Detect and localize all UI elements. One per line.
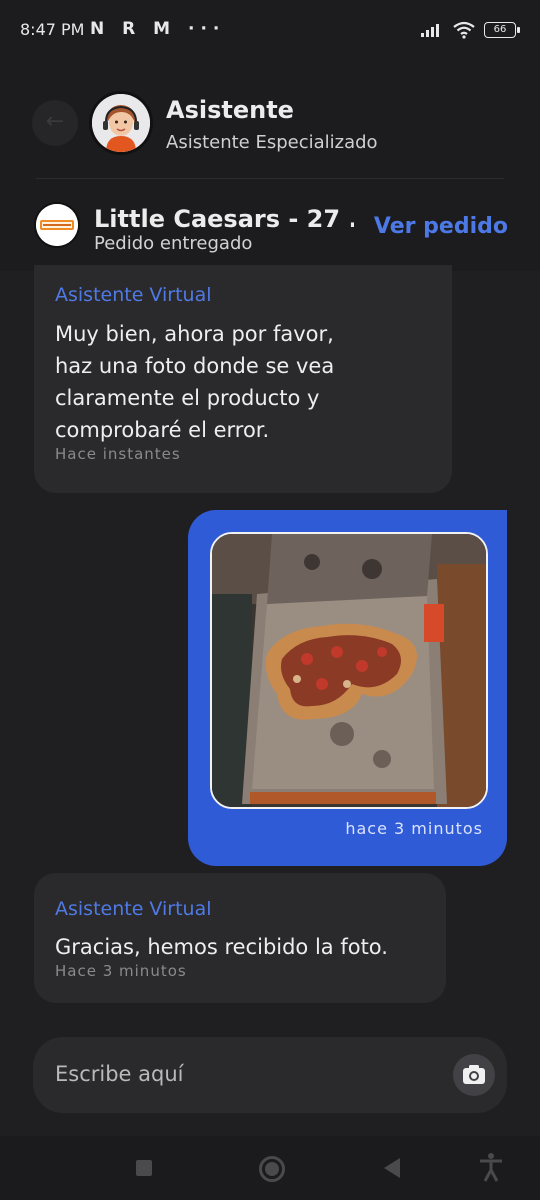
message-line: haz una foto donde se vea — [55, 354, 335, 378]
pizza-photo-image — [212, 534, 486, 807]
chat-subtitle: Asistente Especializado — [166, 132, 378, 153]
message-line: Muy bien, ahora por favor, — [55, 322, 334, 346]
system-nav-bar — [0, 1136, 540, 1200]
message-line: Gracias, hemos recibido la foto. — [55, 935, 388, 959]
chat-messages[interactable]: Asistente Virtual Muy bien, ahora por fa… — [0, 265, 540, 1031]
accessibility-icon[interactable] — [478, 1152, 504, 1182]
camera-button[interactable] — [453, 1054, 495, 1096]
battery-icon: 66 — [484, 22, 520, 38]
chat-title: Asistente — [166, 96, 294, 124]
store-logo-icon — [36, 204, 78, 246]
message-input-placeholder: Escribe aquí — [55, 1062, 184, 1086]
message-time: Hace 3 minutos — [55, 962, 187, 980]
incoming-message: Asistente Virtual Muy bien, ahora por fa… — [34, 265, 452, 493]
signal-icon — [421, 24, 439, 37]
status-right: 66 — [420, 20, 520, 40]
message-line: claramente el producto y — [55, 386, 320, 410]
message-text: Gracias, hemos recibido la foto. — [55, 931, 388, 963]
store-logo — [36, 204, 78, 246]
view-order-link[interactable]: Ver pedido — [374, 214, 508, 239]
incoming-message: Asistente Virtual Gracias, hemos recibid… — [34, 873, 446, 1003]
message-time: Hace instantes — [55, 445, 181, 463]
order-bar: Little Caesars - 27 ... Pedido entregado… — [0, 179, 540, 271]
camera-icon — [463, 1065, 485, 1084]
assistant-avatar — [92, 94, 150, 152]
message-line: comprobaré el error. — [55, 418, 270, 442]
chat-header: ← Asistente Asistente Especializado — [0, 64, 540, 178]
message-text: Muy bien, ahora por favor, haz una foto … — [55, 318, 334, 446]
status-time: 8:47 PM — [20, 20, 85, 39]
arrow-left-icon: ← — [45, 109, 65, 134]
pizza-photo[interactable] — [210, 532, 488, 809]
message-input[interactable]: Escribe aquí — [33, 1037, 507, 1113]
order-status: Pedido entregado — [94, 233, 253, 254]
message-sender: Asistente Virtual — [55, 898, 212, 920]
store-name: Little Caesars - 27 ... — [94, 205, 354, 233]
outgoing-message: hace 3 minutos — [188, 510, 507, 866]
status-bar: 8:47 PM N R M ··· 66 — [0, 0, 540, 64]
wifi-icon — [453, 21, 475, 39]
message-time: hace 3 minutos — [345, 819, 483, 838]
message-sender: Asistente Virtual — [55, 284, 212, 306]
back-button[interactable]: ← — [32, 100, 78, 146]
composer: Escribe aquí — [0, 1031, 540, 1136]
home-button[interactable] — [259, 1156, 285, 1182]
notification-icons: N R M ··· — [90, 19, 226, 39]
nav-back-button[interactable] — [384, 1158, 400, 1178]
assistant-avatar-icon — [92, 94, 150, 152]
recent-apps-button[interactable] — [136, 1160, 152, 1176]
